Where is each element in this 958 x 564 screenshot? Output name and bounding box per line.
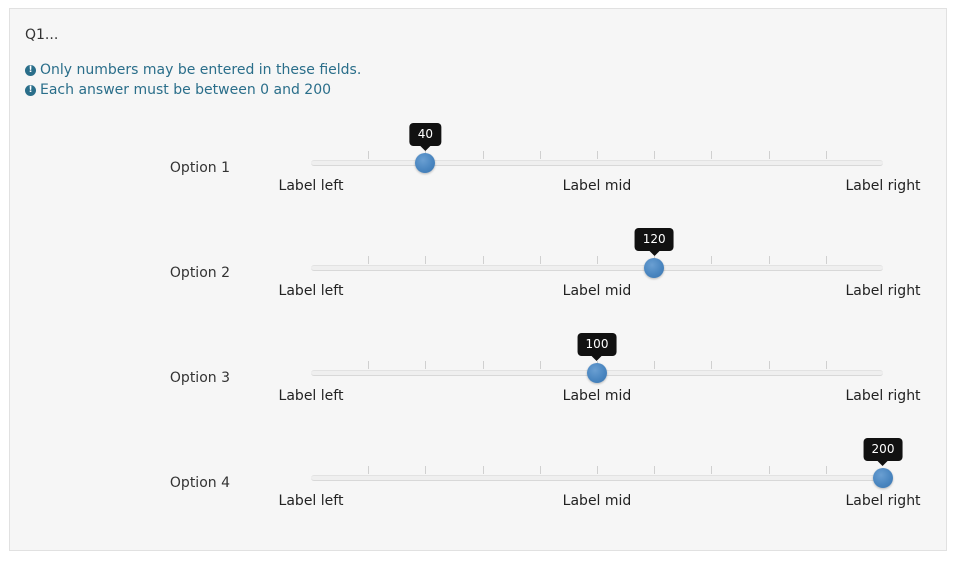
slider-track[interactable] (311, 475, 883, 481)
option-label: Option 1 (169, 160, 230, 176)
slider-tick (482, 256, 484, 264)
slider-tick (654, 151, 656, 159)
slider-value-tooltip: 40 (409, 123, 442, 151)
question-panel: Q1... ! Only numbers may be entered in t… (9, 8, 947, 551)
question-tips: ! Only numbers may be entered in these f… (25, 60, 361, 100)
tip-text: Each answer must be between 0 and 200 (40, 82, 332, 98)
tip-range: ! Each answer must be between 0 and 200 (25, 80, 361, 100)
exclamation-circle-icon: ! (25, 84, 36, 96)
scale-label-left: Label left (278, 493, 344, 509)
scale-label-left: Label left (278, 283, 344, 299)
slider-tick (768, 256, 770, 264)
slider-row: Option 3 100 Label left Label mid Label righ… (10, 327, 948, 407)
tip-text: Only numbers may be entered in these fie… (40, 62, 362, 78)
slider-track[interactable] (311, 160, 883, 166)
scale-label-right: Label right (845, 388, 921, 404)
slider-handle[interactable] (587, 363, 607, 383)
slider-tick (654, 466, 656, 474)
scale-label-mid: Label mid (562, 388, 632, 404)
slider-row: Option 1 40 Label left Label mid Label right (10, 117, 948, 197)
scale-label-mid: Label mid (562, 493, 632, 509)
slider-tick (368, 466, 370, 474)
slider-tick (425, 361, 427, 369)
slider-value-tooltip: 120 (634, 228, 674, 256)
slider-tick (825, 256, 827, 264)
slider-tick (711, 151, 713, 159)
slider-handle[interactable] (644, 258, 665, 278)
tip-numbers-only: ! Only numbers may be entered in these f… (25, 60, 361, 80)
slider-tick (711, 361, 713, 369)
slider-tick (425, 256, 427, 264)
slider-tick (768, 466, 770, 474)
option-label: Option 2 (169, 265, 230, 281)
scale-label-left: Label left (278, 178, 344, 194)
slider-tick (825, 151, 827, 159)
slider-tick (539, 151, 541, 159)
slider-tick (368, 256, 370, 264)
scale-label-mid: Label mid (562, 283, 632, 299)
slider-handle[interactable] (873, 468, 893, 488)
scale-label-right: Label right (845, 493, 921, 509)
slider-value-tooltip: 100 (577, 333, 617, 361)
slider-tick (597, 151, 598, 159)
scale-label-left: Label left (278, 388, 344, 404)
exclamation-circle-icon: ! (25, 64, 36, 76)
slider-row: Option 2 120 Label left Label mid Label righ… (10, 222, 948, 302)
slider-tick (425, 466, 427, 474)
slider-tick (711, 256, 713, 264)
slider-tick (768, 361, 770, 369)
question-title: Q1... (25, 27, 59, 43)
slider-tick (539, 466, 541, 474)
slider-row: Option 4 200 Label left Label mid Label righ… (10, 432, 948, 512)
slider-tick (539, 361, 541, 369)
slider-tick (768, 151, 770, 159)
slider-handle[interactable] (415, 153, 436, 173)
slider-tick (368, 151, 370, 159)
option-label: Option 3 (169, 370, 230, 386)
slider-tick (597, 256, 598, 264)
slider-tick (368, 361, 370, 369)
slider-tick (482, 151, 484, 159)
scale-label-mid: Label mid (562, 178, 632, 194)
slider-tick (539, 256, 541, 264)
option-label: Option 4 (169, 475, 230, 491)
slider-tick (482, 361, 484, 369)
slider-tick (482, 466, 484, 474)
slider-tick (654, 361, 656, 369)
slider-tick (597, 466, 598, 474)
slider-track[interactable] (311, 265, 883, 271)
slider-tick (711, 466, 713, 474)
slider-value-tooltip: 200 (863, 438, 903, 466)
slider-tick (825, 361, 827, 369)
slider-tick (825, 466, 827, 474)
scale-label-right: Label right (845, 283, 921, 299)
scale-label-right: Label right (845, 178, 921, 194)
